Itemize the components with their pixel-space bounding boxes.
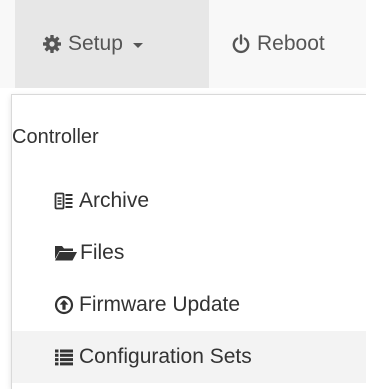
setup-label: Setup: [68, 32, 123, 55]
gear-icon: [42, 34, 62, 54]
dropdown-header: Controller: [12, 126, 99, 148]
menu-item-firmware-update[interactable]: Firmware Update: [12, 279, 366, 331]
navbar: Setup Reboot: [0, 0, 366, 88]
archive-icon: [54, 191, 74, 211]
caret-down-icon: [132, 42, 143, 48]
menu-item-label: Configuration Sets: [79, 345, 252, 368]
menu-item-label: Archive: [79, 189, 150, 212]
menu-item-files[interactable]: Files: [12, 227, 366, 279]
setup-dropdown-menu: Controller Archive Files Firmware Update…: [11, 94, 366, 389]
menu-item-label: Firmware Update: [79, 293, 241, 316]
list-icon: [54, 347, 74, 367]
folder-open-icon: [54, 243, 78, 263]
reboot-label: Reboot: [257, 32, 325, 55]
menu-item-label: Files: [80, 241, 125, 264]
upload-circle-icon: [54, 295, 74, 315]
menu-item-configuration-sets[interactable]: Configuration Sets: [12, 331, 366, 383]
reboot-button[interactable]: Reboot: [209, 0, 366, 88]
menu-item-archive[interactable]: Archive: [12, 175, 366, 227]
power-icon: [231, 34, 251, 54]
setup-dropdown-toggle[interactable]: Setup: [15, 0, 209, 88]
